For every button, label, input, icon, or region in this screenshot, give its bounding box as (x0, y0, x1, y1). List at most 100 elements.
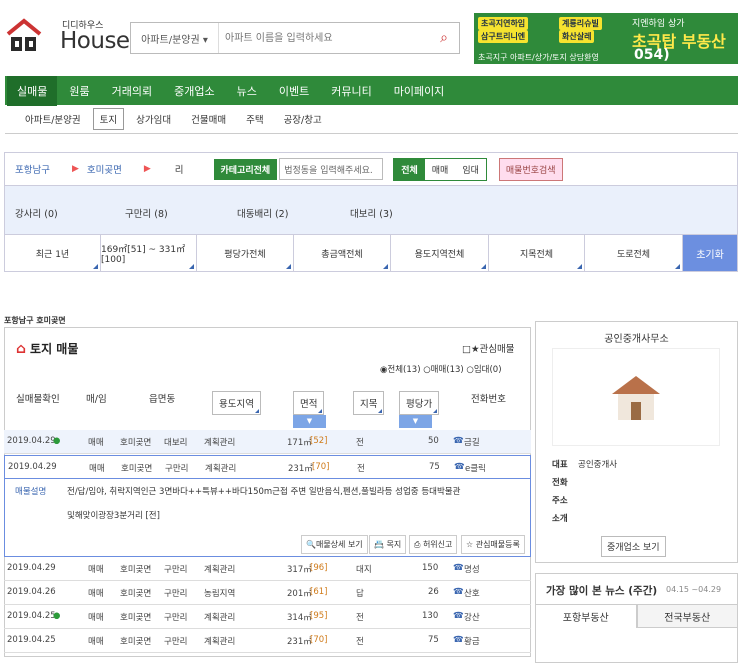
row-zone: 계획관리 (205, 464, 237, 474)
search-input[interactable] (219, 23, 429, 53)
row-type: 매매 (88, 637, 104, 647)
listing-number-search-button[interactable]: 매물번호검색 (498, 157, 563, 181)
col-deal: 매/임 (86, 394, 107, 405)
nav-item-oneroom[interactable]: 원룸 (69, 83, 89, 99)
toggle-sale[interactable]: 매매 (425, 159, 456, 180)
false-report-button[interactable]: ⎙ 허위신고 (409, 535, 458, 554)
agent-photo (552, 348, 720, 446)
toggle-all[interactable]: 전체 (394, 158, 425, 180)
row-area: 231㎡ (287, 637, 312, 647)
criteria-zoning[interactable]: 용도지역전체 (391, 235, 489, 271)
table-row-selected[interactable]: 2019.04.29 매매 호미곶면 구만리 계획관리 231㎡ [70] 전 … (4, 455, 531, 479)
sub-nav: 아파트/분양권 토지 상가임대 건물매매 주택 공장/창고 (5, 105, 738, 134)
row-date: 2019.04.25 (7, 635, 56, 645)
region-filter-bar: 포항남구 ▶ 호미곶면 ▶ 리 카테고리전체 법정동을 입력해주세요. 전체 매… (4, 152, 738, 186)
agent-intro: 소개 (552, 514, 568, 524)
nav-item-mypage[interactable]: 마이페이지 (394, 83, 445, 99)
breadcrumb-gu[interactable]: 포항남구 (15, 162, 50, 176)
col-phone: 전화번호 (471, 394, 506, 405)
search-type-select[interactable]: 아파트/분양권 ▾ (131, 23, 219, 53)
table-row[interactable]: 2019.04.26 매매 호미곶면 구만리 농림지역 201㎡ [61] 답 … (4, 581, 531, 605)
row-contact[interactable]: 황금 (464, 635, 480, 647)
row-ri: 구만리 (164, 637, 188, 647)
row-town: 호미곶면 (120, 565, 152, 575)
row-pyeong: [61] (310, 587, 328, 597)
nav-item-request[interactable]: 거래의뢰 (112, 83, 152, 99)
tab-pohang[interactable]: 포항부동산 (535, 604, 637, 628)
table-header: 실매물확인 매/임 읍면동 용도지역 면적 지목 평당가 전화번호 (4, 384, 531, 415)
row-town: 호미곶면 (120, 438, 152, 448)
table-row[interactable]: 2019.04.29 매매 호미곶면 구만리 계획관리 317㎡ [96] 대지… (4, 557, 531, 581)
row-contact[interactable]: 강산 (464, 611, 480, 623)
row-pyeong: [95] (310, 611, 328, 621)
detail-view-button[interactable]: 🔍매물상세 보기 (301, 535, 368, 554)
ri-item[interactable]: 강사리 (0) (15, 206, 58, 220)
reset-button[interactable]: 초기화 (683, 235, 737, 271)
criteria-total-price[interactable]: 총금액전체 (294, 235, 391, 271)
ad-banner[interactable]: 초곡지연하임 계룡리슈빌 삼구트리니엔 화산살레 지엔하임 상가 초곡탑 부동산… (474, 13, 738, 79)
search-button[interactable]: ⌕ (429, 23, 459, 53)
breadcrumb-ri[interactable]: 리 (175, 162, 184, 176)
subnav-item-store-rent[interactable]: 상가임대 (136, 112, 171, 126)
subnav-item-building-sale[interactable]: 건물매매 (191, 112, 226, 126)
map-button[interactable]: 📇 목지 (369, 535, 407, 554)
phone-icon: ☎ (454, 462, 465, 472)
deal-type-radios[interactable]: ◉전체(13) ○매매(13) ○임대(0) (380, 363, 502, 375)
nav-item-news[interactable]: 뉴스 (237, 83, 257, 99)
row-zone: 계획관리 (204, 438, 236, 448)
subnav-item-apartment[interactable]: 아파트/분양권 (25, 112, 81, 126)
dong-input[interactable]: 법정동을 입력해주세요. (279, 158, 384, 180)
ri-item[interactable]: 대동배리 (2) (237, 206, 288, 220)
row-zone: 계획관리 (204, 637, 236, 647)
col-area-sort[interactable]: 면적 (293, 391, 325, 415)
table-row[interactable]: 2019.04.25 ● 매매 호미곶면 구만리 계획관리 314㎡ [95] … (4, 605, 531, 629)
subnav-item-land[interactable]: 토지 (92, 108, 125, 130)
ri-item[interactable]: 구만리 (8) (125, 206, 168, 220)
nav-item-agencies[interactable]: 중개업소 (174, 83, 214, 99)
criteria-land-category[interactable]: 지목전체 (489, 235, 585, 271)
criteria-road[interactable]: 도로전체 (585, 235, 683, 271)
row-ri: 구만리 (164, 613, 188, 623)
col-land-sort[interactable]: 지목 (353, 391, 385, 415)
table-row[interactable]: 2019.04.25 매매 호미곶면 구만리 계획관리 231㎡ [70] 전 … (4, 629, 531, 653)
criteria-price-per-pyeong[interactable]: 평당가전체 (197, 235, 294, 271)
category-all-button[interactable]: 카테고리전체 (213, 158, 278, 180)
area-sort-arrow-icon[interactable]: ▼ (293, 415, 326, 428)
verified-check-icon: ● (53, 436, 61, 446)
row-land: 대지 (356, 565, 372, 575)
view-agency-button[interactable]: 중개업소 보기 (601, 536, 666, 557)
row-price: 150 (422, 563, 439, 573)
row-contact[interactable]: 명성 (464, 563, 480, 575)
breadcrumb-myeon[interactable]: 호미곶면 (87, 162, 122, 176)
row-price: 75 (428, 635, 439, 645)
nav-item-events[interactable]: 이벤트 (279, 83, 309, 99)
list-title-text: 토지 매물 (30, 342, 79, 356)
subnav-item-factory[interactable]: 공장/창고 (284, 112, 322, 126)
nav-item-community[interactable]: 커뮤니티 (331, 83, 371, 99)
ri-item[interactable]: 대보리 (3) (350, 206, 393, 220)
add-favorite-button[interactable]: ☆ 관심매물등록 (461, 535, 525, 554)
row-contact[interactable]: 금길 (464, 436, 480, 448)
banner-line3: 초곡지구 아파트/상가/토지 상담환영 (478, 53, 599, 62)
row-land: 전 (356, 438, 364, 448)
table-row[interactable]: 2019.04.29 ● 매매 호미곶면 대보리 계획관리 171㎡ [52] … (4, 430, 531, 454)
row-contact[interactable]: e클릭 (465, 462, 486, 474)
price-sort-arrow-icon[interactable]: ▼ (399, 415, 432, 428)
logo-text[interactable]: House (60, 28, 130, 54)
subnav-item-house[interactable]: 주택 (246, 112, 263, 126)
logo-icon[interactable] (6, 18, 42, 54)
criteria-period[interactable]: 최근 1년 (5, 235, 101, 271)
nav-item-listings[interactable]: 실매물 (7, 75, 58, 106)
phone-icon: ☎ (453, 635, 464, 645)
col-zoning-sort[interactable]: 용도지역 (212, 391, 261, 415)
tab-national[interactable]: 전국부동산 (636, 604, 738, 628)
favorite-filter-checkbox[interactable]: □★관심매물 (462, 341, 514, 355)
banner-phone: 054) 262.2622 (634, 47, 708, 79)
row-zone: 농림지역 (204, 589, 236, 599)
criteria-area[interactable]: 169㎡[51] ~ 331㎡[100] (101, 235, 197, 271)
toggle-rent[interactable]: 임대 (455, 159, 486, 180)
row-contact[interactable]: 산호 (464, 587, 480, 599)
row-pyeong: [96] (310, 563, 328, 573)
row-pyeong: [70] (310, 635, 328, 645)
col-price-sort[interactable]: 평당가 (399, 391, 440, 415)
